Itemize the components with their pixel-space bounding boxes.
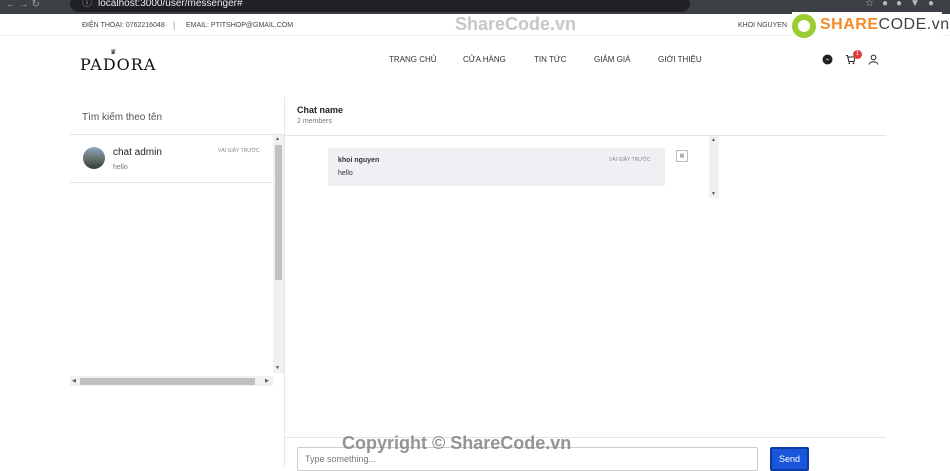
chat-header: Chat name 2 members: [297, 105, 343, 125]
scroll-down-icon[interactable]: ▼: [711, 191, 716, 197]
address-bar[interactable]: ⓘ localhost:3000/user/messenger#: [70, 0, 690, 12]
site-info-icon[interactable]: ⓘ: [82, 0, 92, 12]
address-bar-url: localhost:3000/user/messenger#: [98, 0, 243, 9]
divider: |: [173, 20, 176, 30]
scrollbar-thumb[interactable]: [275, 145, 282, 280]
nav-item-news[interactable]: TIN TỨC: [534, 55, 566, 64]
conversation-item[interactable]: chat admin hello VÀI GIÂY TRƯỚC: [70, 135, 273, 183]
conversation-name: chat admin: [113, 147, 162, 158]
message-list: khoi nguyen VÀI GIÂY TRƯỚC hello ▦ ▲ ▼: [285, 136, 719, 198]
nav-item-sale[interactable]: GIẢM GIÁ: [594, 55, 630, 64]
scroll-up-icon[interactable]: ▲: [275, 136, 280, 142]
chat-members-count: 2 members: [297, 118, 333, 125]
avatar: [83, 147, 105, 169]
scroll-left-icon[interactable]: ◀: [72, 378, 76, 384]
sidebar-horizontal-scrollbar[interactable]: ◀ ▶: [70, 376, 273, 386]
scroll-up-icon[interactable]: ▲: [711, 137, 716, 143]
messenger-icon[interactable]: [822, 54, 833, 68]
sharecode-logo: SHARECODE.vn: [792, 12, 949, 42]
nav-item-about[interactable]: GIỚI THIỆU: [658, 55, 702, 64]
browser-extension-icons[interactable]: ☆●●▼●: [865, 0, 942, 9]
sharecode-logo-icon: [792, 14, 816, 38]
message-list-scrollbar[interactable]: ▲ ▼: [709, 136, 719, 198]
broken-avatar-image-icon: ▦: [676, 150, 688, 162]
email-info: EMAIL: PTITSHOP@GMAIL.COM: [186, 22, 294, 29]
crown-icon: ♛: [110, 48, 118, 56]
user-icon[interactable]: [868, 54, 879, 68]
message-text: hello: [338, 170, 353, 177]
sidebar-vertical-scrollbar[interactable]: ▲ ▼: [273, 135, 284, 373]
conversation-last-message: hello: [113, 164, 128, 171]
scroll-right-icon[interactable]: ▶: [265, 378, 269, 384]
cart-count-badge: 1: [853, 50, 862, 59]
message-bubble: khoi nguyen VÀI GIÂY TRƯỚC hello: [328, 148, 665, 186]
user-name[interactable]: KHOI NGUYEN: [738, 22, 787, 29]
message-sender: khoi nguyen: [338, 157, 380, 164]
scroll-down-icon[interactable]: ▼: [275, 365, 280, 371]
watermark-top: ShareCode.vn: [455, 14, 577, 34]
watermark-bottom: Copyright © ShareCode.vn: [342, 433, 572, 453]
scrollbar-thumb[interactable]: [80, 378, 255, 385]
nav-item-home[interactable]: TRANG CHỦ: [389, 55, 437, 64]
sharecode-logo-text: SHARECODE.vn: [820, 16, 950, 33]
conversation-time: VÀI GIÂY TRƯỚC: [218, 148, 260, 154]
search-input[interactable]: Tìm kiếm theo tên: [82, 112, 162, 123]
send-button[interactable]: Send: [770, 447, 809, 471]
logo-text: PADORA: [80, 55, 157, 74]
message-time: VÀI GIÂY TRƯỚC: [609, 157, 651, 163]
padora-logo[interactable]: ♛ PADORA: [80, 48, 157, 74]
nav-item-shop[interactable]: CỬA HÀNG: [463, 55, 506, 64]
conversation-sidebar: Tìm kiếm theo tên chat admin hello VÀI G…: [70, 97, 285, 467]
phone-info: ĐIỆN THOẠI: 0762216048: [82, 22, 165, 29]
browser-nav-icons[interactable]: ← → ↻: [6, 0, 40, 10]
chat-title: Chat name: [297, 105, 344, 115]
